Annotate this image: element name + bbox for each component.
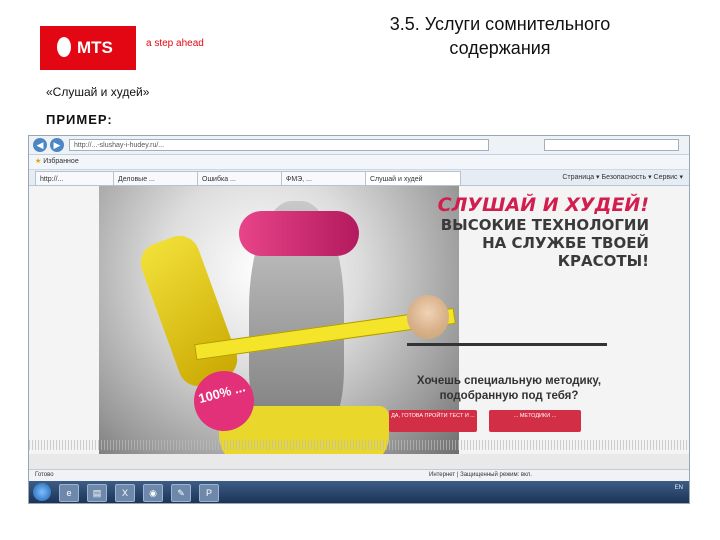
powerpoint-icon[interactable]: P	[199, 484, 219, 502]
mts-egg-icon	[57, 37, 71, 57]
favorites-button[interactable]: Избранное	[43, 158, 78, 165]
yellow-sleeve	[135, 230, 243, 392]
slide-subtitle: «Слушай и худей»	[46, 85, 150, 99]
below-fold-strip	[29, 454, 689, 469]
firefox-icon[interactable]: ◉	[143, 484, 163, 502]
headline-line-1: СЛУШАЙ И ХУДЕЙ!	[437, 194, 649, 216]
address-input[interactable]: http://...-slushay-i-hudey.ru/...	[69, 139, 489, 151]
status-left: Готово	[35, 472, 54, 478]
audio-player[interactable]	[407, 343, 607, 346]
favorites-bar: ★ Избранное	[29, 155, 689, 170]
language-indicator[interactable]: EN	[675, 485, 683, 491]
excel-icon[interactable]: X	[115, 484, 135, 502]
waveform-decoration	[29, 440, 689, 450]
explorer-icon[interactable]: e	[59, 484, 79, 502]
slide-title: 3.5. Услуги сомнительного содержания	[389, 14, 611, 58]
forward-button-icon[interactable]: ▶	[50, 138, 64, 152]
start-button-icon[interactable]	[33, 483, 51, 501]
folder-icon[interactable]: ▤	[87, 484, 107, 502]
app-icon[interactable]: ✎	[171, 484, 191, 502]
page-headline: СЛУШАЙ И ХУДЕЙ! ВЫСОКИЕ ТЕХНОЛОГИИ НА СЛ…	[399, 194, 649, 270]
web-page: 100% ... СЛУШАЙ И ХУДЕЙ! ВЫСОКИЕ ТЕХНОЛО…	[29, 186, 689, 469]
logo-brand-text: MTS	[77, 38, 113, 57]
browser-tab[interactable]: ФМЭ, ...	[281, 171, 371, 186]
taskbar: e ▤ X ◉ ✎ P EN	[29, 481, 689, 503]
system-tray[interactable]: EN	[675, 484, 683, 492]
status-zone: Интернет | Защищенный режим: вкл.	[429, 472, 532, 478]
browser-tab-active[interactable]: Слушай и худей	[365, 171, 461, 186]
browser-tab[interactable]: Деловые ...	[113, 171, 203, 186]
browser-tab[interactable]: Ошибка ...	[197, 171, 287, 186]
browser-screenshot: ◀ ▶ http://...-slushay-i-hudey.ru/... ★ …	[28, 135, 690, 504]
example-label: ПРИМЕР:	[46, 112, 113, 127]
back-button-icon[interactable]: ◀	[33, 138, 47, 152]
browser-tab[interactable]: http://...	[35, 171, 119, 186]
cta-button-left[interactable]: ДА, ГОТОВА ПРОЙТИ ТЕСТ И ...	[389, 410, 477, 432]
address-bar-row: ◀ ▶ http://...-slushay-i-hudey.ru/...	[29, 136, 689, 155]
logo-tagline: a step ahead	[146, 38, 204, 49]
mts-logo: MTS	[40, 26, 136, 70]
search-input[interactable]	[544, 139, 679, 151]
headline-line-2: ВЫСОКИЕ ТЕХНОЛОГИИ	[440, 216, 649, 234]
pink-top	[239, 211, 359, 256]
headline-line-4: КРАСОТЫ!	[557, 252, 649, 270]
expert-avatar	[407, 295, 449, 339]
cta-button-right[interactable]: ... МЕТОДИКИ ...	[489, 410, 581, 432]
star-icon[interactable]: ★	[29, 158, 41, 165]
tab-strip: http://... Деловые ... Ошибка ... ФМЭ, .…	[29, 170, 689, 186]
expert-block	[407, 293, 607, 346]
question-text: Хочешь специальную методику, подобранную…	[416, 375, 602, 402]
headline-line-3: НА СЛУЖБЕ ТВОЕЙ	[482, 234, 649, 252]
command-bar[interactable]: Страница ▾ Безопасность ▾ Сервис ▾	[562, 170, 683, 185]
status-bar: Готово Интернет | Защищенный режим: вкл.	[29, 469, 689, 481]
